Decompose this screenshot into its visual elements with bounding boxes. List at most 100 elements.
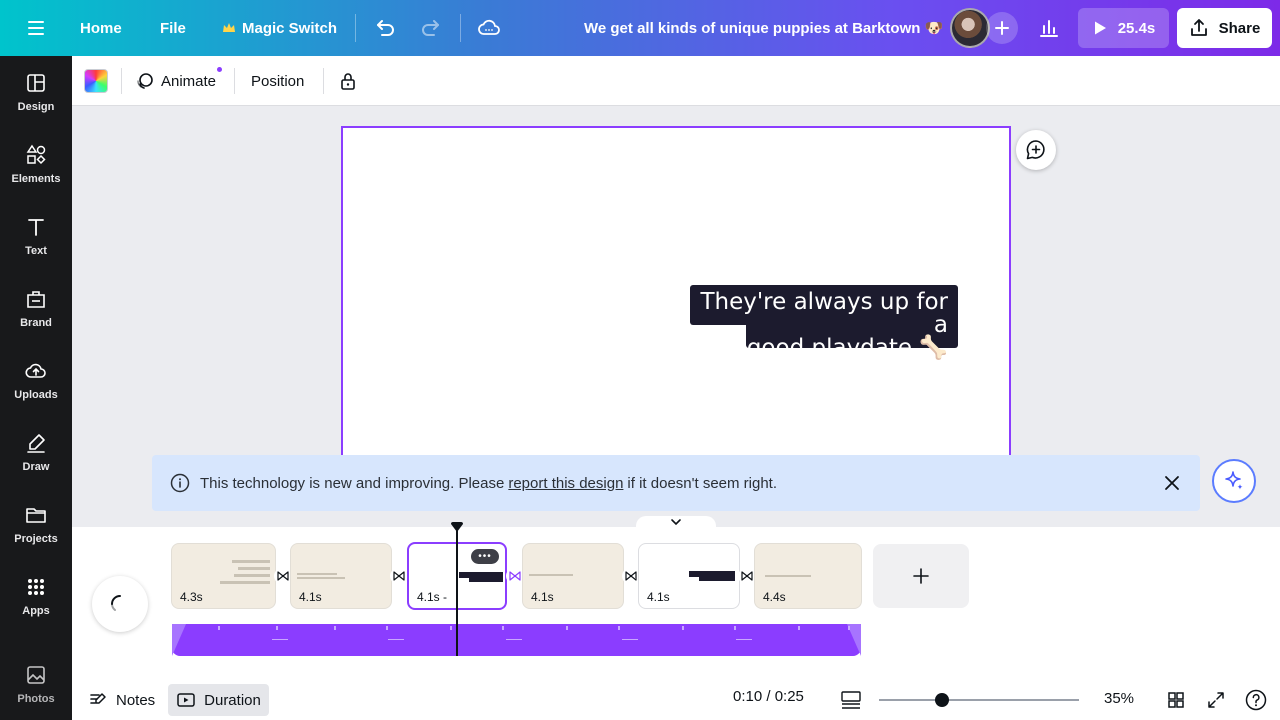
bowtie-icon <box>393 571 405 581</box>
plus-icon <box>911 566 931 586</box>
info-banner: This technology is new and improving. Pl… <box>152 455 1200 511</box>
magic-switch-label: Magic Switch <box>242 19 338 37</box>
grid-view-icon[interactable] <box>1166 689 1186 711</box>
insights-button[interactable] <box>1028 8 1070 48</box>
clip-thumbnail-text <box>297 577 345 579</box>
header-divider <box>355 14 356 42</box>
info-icon <box>170 473 190 493</box>
clip-thumbnail-text <box>529 574 573 576</box>
bowtie-icon <box>741 571 753 581</box>
cloud-sync-icon[interactable] <box>476 0 502 56</box>
help-icon[interactable] <box>1244 688 1268 712</box>
document-title[interactable]: We get all kinds of unique puppies at Ba… <box>584 0 943 56</box>
close-icon[interactable] <box>1162 473 1182 493</box>
header-divider <box>460 14 461 42</box>
lock-icon[interactable] <box>338 56 358 106</box>
menu-icon[interactable] <box>22 0 50 56</box>
clip-duration: 4.1s - <box>417 590 448 604</box>
zoom-level[interactable]: 35% <box>1104 690 1134 707</box>
timeline-clip[interactable]: 4.1s <box>638 543 740 609</box>
color-picker-swatch[interactable] <box>84 69 108 93</box>
add-comment-button[interactable] <box>1016 130 1056 170</box>
grid-icon <box>24 575 48 599</box>
timeline-clip[interactable]: 4.3s <box>171 543 276 609</box>
duration-button[interactable]: Duration <box>168 684 269 716</box>
magic-assistant-button[interactable] <box>1212 459 1256 503</box>
playback-time: 0:10 / 0:25 <box>733 688 804 705</box>
notes-label: Notes <box>116 691 156 709</box>
notes-button[interactable]: Notes <box>88 684 155 716</box>
transition-button[interactable] <box>390 568 408 584</box>
clip-duration: 4.1s <box>299 590 322 604</box>
timeline-clip[interactable]: 4.1s <box>522 543 624 609</box>
sparkle-icon <box>1222 469 1246 493</box>
top-bar: Home File Magic Switch We get all kinds … <box>0 0 1280 56</box>
playhead-handle[interactable] <box>450 522 464 534</box>
animate-label: Animate <box>161 72 217 90</box>
chevron-down-icon <box>669 516 683 530</box>
toolbar-divider <box>121 68 122 94</box>
undo-icon[interactable] <box>372 0 398 56</box>
shapes-icon <box>24 143 48 167</box>
sidebar-item-uploads[interactable]: Uploads <box>0 350 72 410</box>
play-icon <box>1092 20 1108 36</box>
zoom-slider-track[interactable] <box>879 699 1079 701</box>
sidebar-item-label: Projects <box>14 533 58 545</box>
collapse-timeline-button[interactable] <box>636 516 716 530</box>
caption-line-1: They're always up for a <box>700 289 948 338</box>
animate-button[interactable]: Animate <box>135 56 216 106</box>
sidebar-item-design[interactable]: Design <box>0 62 72 122</box>
sidebar-item-label: Uploads <box>14 389 58 401</box>
more-options-icon[interactable]: ••• <box>471 549 499 564</box>
playhead[interactable] <box>456 528 458 656</box>
banner-text-after: if it doesn't seem right. <box>627 474 778 492</box>
timeline-clip[interactable]: 4.1s <box>290 543 392 609</box>
clip-thumbnail-text <box>765 575 811 577</box>
layout-view-icon[interactable] <box>840 690 862 710</box>
clip-duration: 4.1s <box>647 590 670 604</box>
sidebar-item-draw[interactable]: Draw <box>0 422 72 482</box>
add-collaborator-icon[interactable] <box>985 0 1019 56</box>
add-page-button[interactable] <box>873 544 969 608</box>
sidebar-item-photos[interactable]: Photos <box>0 654 72 714</box>
brand-icon <box>24 287 48 311</box>
sidebar-item-label: Design <box>17 101 55 113</box>
redo-icon[interactable] <box>418 0 444 56</box>
bar-chart-icon <box>1037 16 1061 40</box>
image-icon <box>24 663 48 687</box>
sidebar-item-projects[interactable]: Projects <box>0 494 72 554</box>
animate-icon <box>135 71 155 91</box>
caption-line-2: good playdate 🦴 <box>746 335 948 361</box>
clip-thumbnail-text <box>220 581 270 584</box>
sidebar-item-text[interactable]: Text <box>0 206 72 266</box>
loading-spinner <box>92 576 148 632</box>
avatar[interactable] <box>950 8 990 48</box>
home-link[interactable]: Home <box>80 0 122 56</box>
sidebar-item-brand[interactable]: Brand <box>0 278 72 338</box>
bowtie-icon <box>509 571 521 581</box>
clip-duration: 4.4s <box>763 590 786 604</box>
sidebar-item-label: Photos <box>17 693 55 705</box>
caption-text: They're always up for a good playdate 🦴 <box>690 291 958 360</box>
play-button[interactable]: 25.4s <box>1078 8 1169 48</box>
clip-duration: 4.1s <box>531 590 554 604</box>
report-design-link[interactable]: report this design <box>508 475 623 492</box>
fullscreen-icon[interactable] <box>1206 689 1226 711</box>
sidebar-item-elements[interactable]: Elements <box>0 134 72 194</box>
layout-icon <box>24 71 48 95</box>
position-button[interactable]: Position <box>251 56 304 106</box>
file-menu[interactable]: File <box>160 0 186 56</box>
sidebar-item-apps[interactable]: Apps <box>0 566 72 626</box>
caption-text-box[interactable]: They're always up for a good playdate 🦴 <box>690 285 958 360</box>
zoom-slider-handle[interactable] <box>935 693 949 707</box>
audio-track[interactable] <box>172 624 861 656</box>
timeline-clip[interactable]: 4.4s <box>754 543 862 609</box>
magic-switch-button[interactable]: Magic Switch <box>222 0 337 56</box>
clip-thumbnail-caption <box>469 577 503 582</box>
audio-waveform <box>172 624 861 656</box>
share-icon <box>1189 18 1209 38</box>
share-button[interactable]: Share <box>1177 8 1272 48</box>
share-label: Share <box>1218 19 1261 37</box>
text-icon <box>24 215 48 239</box>
cloud-upload-icon <box>24 359 48 383</box>
